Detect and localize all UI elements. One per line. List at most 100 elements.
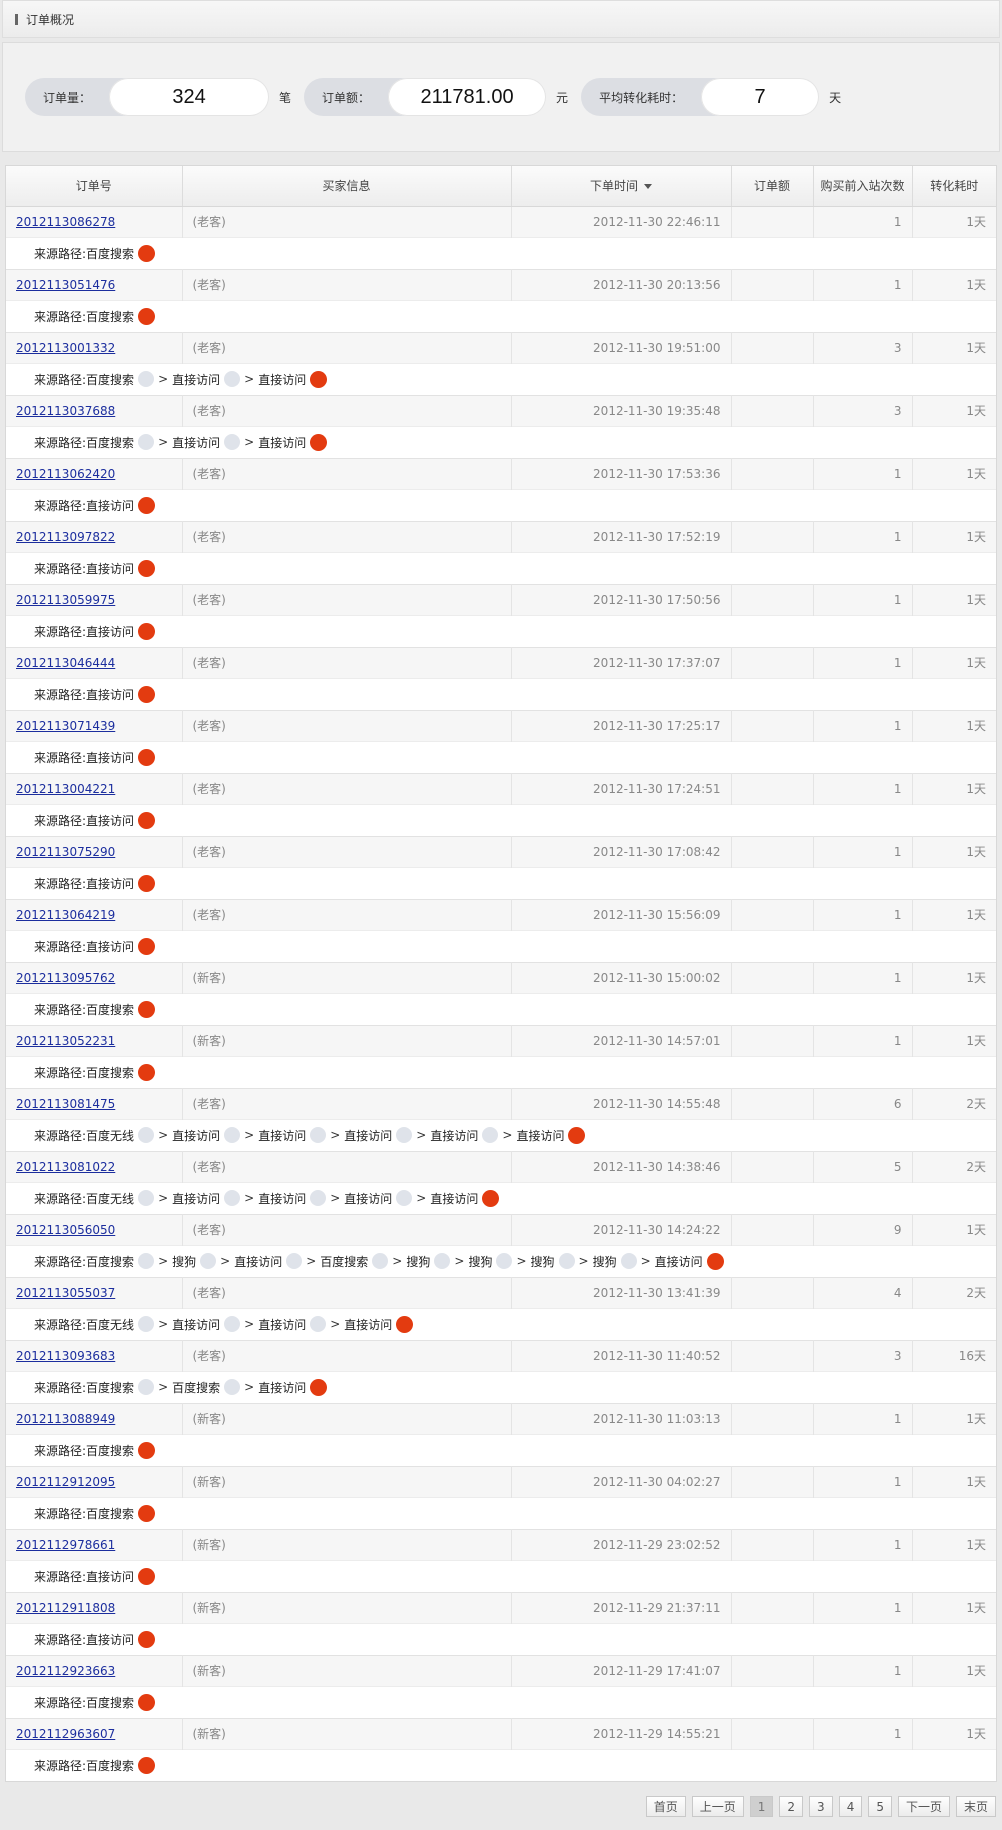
table-body: 2012113086278 (老客) 2012-11-30 22:46:11 1 1天来… [6, 205, 996, 1781]
path-separator: > [244, 435, 255, 449]
order-id-link[interactable]: 2012112923663 [16, 1664, 115, 1678]
duration-cell: 1天 [912, 1024, 996, 1056]
final-step-dot-icon [138, 307, 156, 325]
step-dot-icon [396, 1190, 413, 1206]
path-separator: > [158, 1317, 169, 1331]
source-path-prefix: 来源路径: [34, 498, 87, 513]
step-dot-icon [286, 1253, 303, 1269]
source-path: 来源路径: 百度搜索 [34, 244, 996, 262]
col-header-time[interactable]: 下单时间 [511, 166, 732, 207]
order-time-cell: 2012-11-30 19:35:48 [511, 394, 732, 426]
order-amount-cell [731, 1213, 814, 1245]
pager-page-2[interactable]: 2 [779, 1796, 804, 1817]
duration-cell: 2天 [912, 1276, 996, 1308]
order-id-link[interactable]: 2012113071439 [16, 719, 115, 733]
order-id-link[interactable]: 2012113095762 [16, 971, 115, 985]
pager-prev-button[interactable]: 上一页 [691, 1796, 744, 1817]
path-separator: > [158, 1380, 169, 1394]
order-id-link[interactable]: 2012113086278 [16, 215, 115, 229]
path-separator: > [502, 1128, 513, 1142]
col-header-amount[interactable]: 订单额 [731, 166, 814, 207]
pager-next-button[interactable]: 下一页 [897, 1796, 950, 1817]
path-step-label: 直接访问 [258, 1380, 307, 1395]
final-step-dot-icon [138, 496, 156, 514]
visits-cell: 1 [813, 709, 913, 741]
final-step-dot-icon [138, 1504, 156, 1522]
source-path-row: 来源路径: 百度搜索 > 直接访问 > 直接访问 [6, 425, 996, 458]
final-step-dot-icon [138, 937, 156, 955]
source-path: 来源路径: 百度搜索 [34, 1756, 996, 1774]
order-id-link[interactable]: 2012113001332 [16, 341, 115, 355]
order-id-link[interactable]: 2012113056050 [16, 1223, 115, 1237]
col-header-order-id[interactable]: 订单号 [6, 166, 183, 207]
col-header-duration[interactable]: 转化耗时 [912, 166, 996, 207]
source-path-row: 来源路径: 直接访问 [6, 866, 996, 899]
orders-table-container: 订单号 买家信息 下单时间 订单额 购买前入站次数 转化耗时 201211308… [5, 165, 997, 1782]
path-step-label: 搜狗 [592, 1254, 617, 1269]
visits-cell: 9 [813, 1213, 913, 1245]
order-id-link[interactable]: 2012112912095 [16, 1475, 115, 1489]
source-path-row: 来源路径: 直接访问 [6, 929, 996, 962]
buyer-cell: (老客) [182, 898, 512, 930]
final-step-dot-icon [138, 244, 156, 262]
order-id-link[interactable]: 2012113081475 [16, 1097, 115, 1111]
path-step-label: 直接访问 [516, 1128, 565, 1143]
order-id-link[interactable]: 2012113004221 [16, 782, 115, 796]
visits-cell: 1 [813, 961, 913, 993]
path-separator: > [244, 372, 255, 386]
path-step-label: 直接访问 [86, 813, 135, 828]
order-amount-cell [731, 709, 814, 741]
final-step-dot-icon [138, 1693, 156, 1711]
pager-page-5[interactable]: 5 [868, 1796, 892, 1817]
step-dot-icon [434, 1253, 451, 1269]
order-id-link[interactable]: 2012113046444 [16, 656, 115, 670]
buyer-cell: (老客) [182, 205, 512, 237]
visits-cell: 1 [813, 1024, 913, 1056]
order-id-link[interactable]: 2012113051476 [16, 278, 115, 292]
path-separator: > [416, 1191, 427, 1205]
order-amount-cell [731, 835, 814, 867]
buyer-cell: (老客) [182, 646, 512, 678]
order-time-cell: 2012-11-30 14:57:01 [511, 1024, 732, 1056]
order-id-link[interactable]: 2012113088949 [16, 1412, 115, 1426]
pagination: 首页 上一页 1 2 3 4 5 下一页 末页 [640, 1796, 996, 1817]
final-step-dot-icon [138, 1063, 156, 1081]
source-path: 来源路径: 百度无线 > 直接访问 > 直接访问 > 直接访问 > 直接访问 > 直接访问 [34, 1126, 996, 1144]
path-step-label: 直接访问 [344, 1191, 393, 1206]
order-id-cell: 2012113004221 [6, 772, 183, 804]
col-header-buyer[interactable]: 买家信息 [182, 166, 512, 207]
pager-page-1[interactable]: 1 [749, 1796, 774, 1817]
order-id-link[interactable]: 2012113062420 [16, 467, 115, 481]
order-id-link[interactable]: 2012113055037 [16, 1286, 115, 1300]
order-id-link[interactable]: 2012113075290 [16, 845, 115, 859]
order-id-cell: 2012113046444 [6, 646, 183, 678]
path-step-label: 直接访问 [86, 687, 135, 702]
buyer-cell: (老客) [182, 1339, 512, 1371]
pager-first-button[interactable]: 首页 [645, 1796, 686, 1817]
order-id-link[interactable]: 2012113064219 [16, 908, 115, 922]
path-step-label: 百度搜索 [86, 435, 135, 450]
visits-cell: 1 [813, 1528, 913, 1560]
header-marker [15, 13, 18, 25]
order-id-link[interactable]: 2012113052231 [16, 1034, 115, 1048]
order-id-link[interactable]: 2012113081022 [16, 1160, 115, 1174]
order-id-link[interactable]: 2012113093683 [16, 1349, 115, 1363]
order-id-link[interactable]: 2012112911808 [16, 1601, 115, 1615]
source-path: 来源路径: 直接访问 [34, 937, 996, 955]
pager-page-3[interactable]: 3 [809, 1796, 833, 1817]
col-header-visits[interactable]: 购买前入站次数 [813, 166, 913, 207]
order-id-link[interactable]: 2012113037688 [16, 404, 115, 418]
order-time-cell: 2012-11-30 22:46:11 [511, 205, 732, 237]
visits-cell: 3 [813, 331, 913, 363]
visits-cell: 5 [813, 1150, 913, 1182]
order-id-link[interactable]: 2012113097822 [16, 530, 115, 544]
pager-last-button[interactable]: 末页 [955, 1796, 996, 1817]
source-path-prefix: 来源路径: [34, 1128, 87, 1143]
step-dot-icon [224, 1190, 241, 1206]
path-step-label: 直接访问 [172, 1191, 221, 1206]
pager-page-4[interactable]: 4 [838, 1796, 863, 1817]
visits-cell: 1 [813, 205, 913, 237]
order-id-link[interactable]: 2012112978661 [16, 1538, 115, 1552]
order-id-link[interactable]: 2012112963607 [16, 1727, 115, 1741]
order-id-link[interactable]: 2012113059975 [16, 593, 115, 607]
